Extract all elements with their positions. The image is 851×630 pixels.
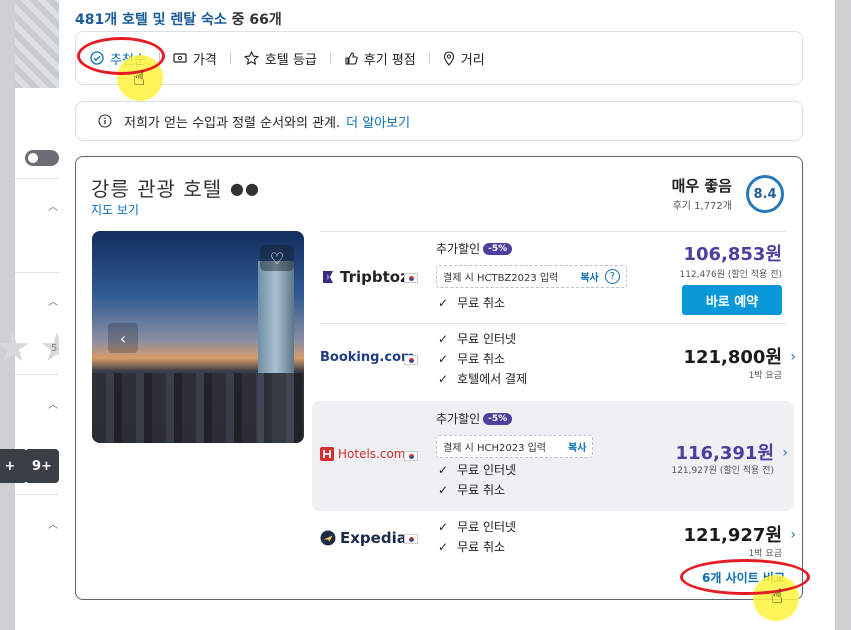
hotels-icon: [320, 447, 334, 461]
rating-chip-plus[interactable]: +: [0, 449, 27, 483]
offer-row[interactable]: Tripbtoz 추가할인 -5% 결제 시 HCTBZ2023 입력 복사 ?…: [320, 231, 786, 323]
feature-list: ✓ 무료 취소: [438, 296, 506, 310]
view-map-link[interactable]: 지도 보기: [91, 201, 139, 218]
heart-icon[interactable]: ♡: [260, 245, 294, 271]
offer-price[interactable]: 116,391원: [675, 439, 774, 465]
offer-row[interactable]: Expedia ✓ 무료 인터넷 ✓ 무료 취소 121,927원 1박 요금 ›: [320, 513, 796, 563]
check-icon: ✓: [438, 352, 449, 366]
check-icon: ✓: [438, 483, 449, 497]
star-outline-icon: [243, 50, 259, 66]
chevron-right-icon[interactable]: ›: [782, 445, 788, 461]
price-note: 121,927원 (할인 적용 전): [671, 466, 774, 476]
star-icon[interactable]: ★: [0, 328, 31, 368]
info-icon: [98, 114, 112, 128]
offer-price[interactable]: 121,800원: [683, 343, 782, 369]
feature-list: ✓ 무료 인터넷 ✓ 무료 취소: [438, 463, 517, 497]
separator: [229, 52, 231, 64]
thumbs-up-icon: [344, 51, 358, 65]
chevron-up-icon[interactable]: ︿: [48, 198, 58, 213]
divider: [15, 178, 59, 179]
copy-button[interactable]: 복사: [568, 439, 586, 454]
learn-more-link[interactable]: 더 알아보기: [346, 112, 410, 131]
check-icon: ✓: [438, 372, 449, 386]
rating-chip-9plus[interactable]: 9+: [25, 449, 59, 483]
hand-cursor-icon: ☝: [771, 584, 784, 608]
extra-discount: 추가할인 -5%: [436, 410, 513, 427]
photo-city: [92, 373, 304, 443]
korea-flag-icon: [404, 273, 418, 283]
info-text: 저희가 얻는 수입과 정렬 순서와의 관계.: [124, 115, 341, 131]
korea-flag-icon: [404, 451, 418, 461]
hotel-class-dots: ●●: [230, 179, 260, 198]
offer-price[interactable]: 106,853원: [683, 240, 782, 266]
feature-list: ✓ 무료 인터넷 ✓ 무료 취소 ✓ 호텔에서 결제: [438, 332, 528, 386]
expedia-icon: [320, 530, 336, 546]
offer-price[interactable]: 121,927원: [683, 521, 782, 547]
divider: [15, 374, 59, 375]
discount-badge: -5%: [483, 412, 513, 425]
rating-score-badge: 8.4: [746, 175, 784, 213]
results-panel: 481개 호텔 및 렌탈 숙소 중 66개 추천순 가격 호텔 등급: [59, 0, 835, 630]
hotel-photo[interactable]: ♡ ‹: [92, 231, 304, 443]
sort-bar: 추천순 가격 호텔 등급 후기 평점 거리: [75, 31, 803, 85]
sort-distance[interactable]: 거리: [443, 49, 485, 68]
check-icon: ✓: [438, 540, 449, 554]
price-note: 1박 요금: [748, 549, 782, 559]
offer-row-highlighted[interactable]: Hotels.com 추가할인 -5% 결제 시 HCH2023 입력 복사 ✓…: [312, 401, 794, 511]
hotels-logo: Hotels.com: [320, 447, 405, 461]
check-icon: ✓: [438, 296, 449, 310]
annotation-oval: [680, 559, 810, 595]
hand-cursor-icon: ☝: [133, 66, 146, 90]
divider: [15, 494, 59, 495]
feature-list: ✓ 무료 인터넷 ✓ 무료 취소: [438, 520, 517, 554]
chevron-up-icon[interactable]: ︿: [48, 516, 58, 531]
korea-flag-icon: [404, 534, 418, 544]
chevron-up-icon[interactable]: ︿: [48, 293, 58, 308]
filter-toggle[interactable]: [25, 150, 59, 166]
korea-flag-icon: [404, 355, 418, 365]
results-count: 481개 호텔 및 렌탈 숙소 중 66개: [75, 12, 282, 28]
book-now-button[interactable]: 바로 예약: [682, 285, 782, 315]
annotation-oval: [77, 37, 165, 75]
help-icon[interactable]: ?: [604, 269, 620, 284]
chevron-up-icon[interactable]: ︿: [48, 396, 58, 411]
chevron-left-icon[interactable]: ‹: [108, 323, 138, 353]
check-icon: ✓: [438, 463, 449, 477]
coupon-box: 결제 시 HCH2023 입력 복사: [436, 435, 594, 458]
money-icon: [173, 52, 187, 64]
star-rating-number: 5: [51, 343, 58, 354]
copy-button[interactable]: 복사: [580, 269, 598, 284]
hotel-name[interactable]: 강릉 관광 호텔: [91, 173, 222, 202]
sort-hotel-class[interactable]: 호텔 등급: [243, 49, 317, 68]
divider: [15, 272, 59, 273]
sort-review-score[interactable]: 후기 평점: [344, 49, 416, 68]
sort-price[interactable]: 가격: [173, 49, 217, 68]
extra-discount: 추가할인 -5%: [436, 240, 513, 257]
filter-sidebar: ︿ ︿ ★ ★ 5 ︿ + 9+ ︿: [0, 0, 75, 630]
discount-badge: -5%: [483, 242, 513, 255]
chevron-right-icon[interactable]: ›: [790, 527, 796, 543]
offer-row[interactable]: Booking.com ✓ 무료 인터넷 ✓ 무료 취소 ✓ 호텔에서 결제 121,…: [320, 323, 796, 399]
price-note: 112,476원 (할인 적용 전): [679, 270, 782, 280]
separator: [329, 52, 331, 64]
review-count[interactable]: 후기 1,772개: [673, 197, 732, 212]
tripbtoz-icon: [323, 271, 333, 283]
coupon-box: 결제 시 HCTBZ2023 입력 복사 ?: [436, 265, 627, 288]
chevron-right-icon[interactable]: ›: [790, 349, 796, 365]
hotel-card: 강릉 관광 호텔 ●● 지도 보기 매우 좋음 후기 1,772개 8.4 ♡ …: [75, 156, 803, 600]
price-note: 1박 요금: [748, 371, 782, 381]
tripbtoz-logo: Tripbtoz: [320, 268, 409, 286]
check-icon: ✓: [438, 332, 449, 346]
expedia-logo: Expedia: [320, 529, 407, 547]
separator: [428, 52, 430, 64]
booking-logo: Booking.com: [320, 350, 415, 365]
check-icon: ✓: [438, 520, 449, 534]
location-pin-icon: [443, 50, 455, 66]
ranking-info-bar: 저희가 얻는 수입과 정렬 순서와의 관계. 더 알아보기: [75, 101, 803, 141]
rating-text: 매우 좋음: [671, 177, 732, 195]
map-thumbnail[interactable]: [15, 0, 59, 88]
